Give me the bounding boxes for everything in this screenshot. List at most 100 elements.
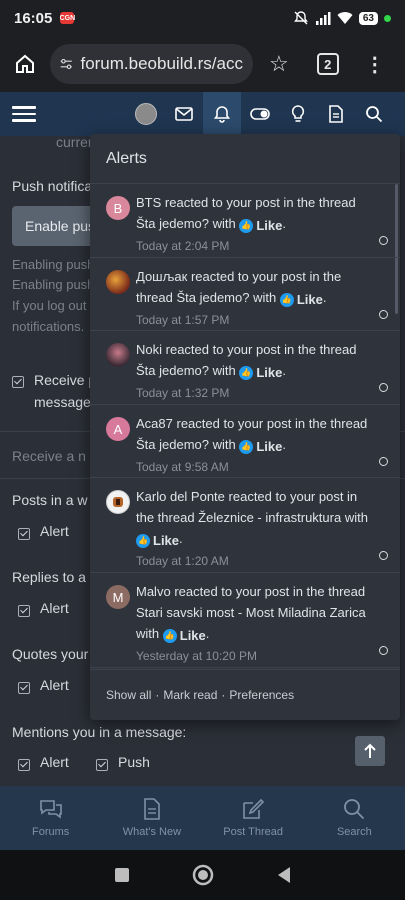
posts-in-label: Posts in a w xyxy=(12,492,88,508)
mark-read-circle-icon[interactable] xyxy=(379,236,388,245)
mentions-push-checkbox[interactable] xyxy=(96,757,108,773)
user-avatar[interactable] xyxy=(106,343,130,367)
search-icon xyxy=(344,799,365,820)
thumbs-up-icon: 👍 xyxy=(136,533,150,548)
alert-user[interactable]: Noki xyxy=(136,342,162,357)
preferences-link[interactable]: Preferences xyxy=(229,688,294,702)
receive-push-checkbox[interactable] xyxy=(12,374,24,390)
alert-item[interactable]: A Aca87 reacted to your post in the thre… xyxy=(90,405,400,478)
mark-read-circle-icon[interactable] xyxy=(379,551,388,560)
notifications-text: notifications. xyxy=(12,319,85,334)
alert-item[interactable]: Noki reacted to your post in the thread … xyxy=(90,331,400,405)
mute-icon xyxy=(293,11,308,25)
tab-post-thread-label: Post Thread xyxy=(223,826,283,838)
style-toggle-icon[interactable] xyxy=(241,92,279,136)
mark-read-circle-icon[interactable] xyxy=(379,310,388,319)
like-reaction: 👍 Like xyxy=(279,289,323,310)
quotes-alert-label: Alert xyxy=(40,677,69,693)
thumbs-up-icon: 👍 xyxy=(162,628,177,643)
conversations-icon[interactable] xyxy=(165,92,203,136)
reaction-label: Like xyxy=(256,365,283,380)
alerts-header: Alerts xyxy=(90,134,400,184)
home-circle-icon[interactable] xyxy=(192,864,214,886)
system-navigation-bar xyxy=(0,850,405,900)
reaction-label: Like xyxy=(296,292,323,307)
push-heading: Push notifica xyxy=(12,178,93,194)
bookmark-star-icon[interactable]: ☆ xyxy=(269,51,289,77)
user-avatar[interactable]: B xyxy=(106,196,130,220)
document-icon[interactable] xyxy=(317,92,355,136)
browser-toolbar: forum.beobuild.rs/acc ☆ 2 ⋮ xyxy=(0,36,405,92)
alerts-dropdown: Alerts B BTS reacted to your post in the… xyxy=(90,134,400,720)
footer-separator: · xyxy=(155,688,160,702)
user-avatar[interactable]: M xyxy=(106,585,130,609)
reaction-label: Like xyxy=(153,533,180,548)
tab-search[interactable]: Search xyxy=(304,786,405,850)
alert-item[interactable]: Karlo del Ponte reacted to your post in … xyxy=(90,478,400,573)
address-bar[interactable]: forum.beobuild.rs/acc xyxy=(50,44,253,84)
alert-user[interactable]: Karlo del Ponte xyxy=(136,489,225,504)
recents-icon[interactable] xyxy=(114,867,130,883)
back-triangle-icon[interactable] xyxy=(276,866,292,884)
checkbox-checked-icon xyxy=(12,376,24,388)
user-avatar[interactable] xyxy=(106,270,130,294)
alert-time: Today at 1:32 PM xyxy=(136,386,230,400)
receive-section-heading: Receive a n xyxy=(12,448,86,464)
quotes-your-label: Quotes your xyxy=(12,646,89,662)
footer-separator: · xyxy=(221,688,226,702)
mark-read-circle-icon[interactable] xyxy=(379,457,388,466)
alert-item[interactable]: M Malvo reacted to your post in the thre… xyxy=(90,573,400,668)
alert-time: Today at 2:04 PM xyxy=(136,239,230,253)
url-text: forum.beobuild.rs/acc xyxy=(80,54,243,73)
user-avatar-icon xyxy=(135,103,157,125)
account-avatar[interactable] xyxy=(127,92,165,136)
show-all-link[interactable]: Show all xyxy=(106,688,151,702)
tab-switcher-button[interactable]: 2 xyxy=(316,53,339,75)
checkbox-checked-icon xyxy=(96,759,108,771)
browser-menu-icon[interactable]: ⋮ xyxy=(365,52,385,77)
alert-user[interactable]: BTS xyxy=(136,195,161,210)
mark-read-circle-icon[interactable] xyxy=(379,646,388,655)
like-reaction: 👍 Like xyxy=(239,436,282,457)
status-right: 63 xyxy=(293,10,391,26)
bottom-navigation: Forums What's New Post Thread Search xyxy=(0,786,405,850)
status-bar: 16:05 CGN 63 xyxy=(0,0,405,36)
replies-alert-checkbox[interactable] xyxy=(18,603,30,619)
search-icon[interactable] xyxy=(355,92,393,136)
reaction-label: Like xyxy=(256,218,283,233)
thumbs-up-icon: 👍 xyxy=(279,292,294,307)
user-avatar[interactable] xyxy=(106,490,130,514)
alert-user[interactable]: Aca87 xyxy=(136,416,173,431)
alert-text: Malvo reacted to your post in the thread… xyxy=(136,581,374,646)
tab-whats-new-label: What's New xyxy=(122,826,182,838)
home-icon[interactable] xyxy=(12,51,38,77)
receive-push-label-1: Receive p xyxy=(34,372,97,388)
posts-alert-checkbox[interactable] xyxy=(18,526,30,542)
enable-push-button[interactable]: Enable pus xyxy=(12,206,102,246)
back-to-top-button[interactable] xyxy=(355,736,385,766)
mentions-alert-checkbox[interactable] xyxy=(18,757,30,773)
user-avatar[interactable]: A xyxy=(106,417,130,441)
tab-post-thread[interactable]: Post Thread xyxy=(203,786,304,850)
mark-read-link[interactable]: Mark read xyxy=(163,688,217,702)
tab-whats-new[interactable]: What's New xyxy=(101,786,202,850)
alerts-bell-icon[interactable] xyxy=(203,92,241,136)
alerts-title: Alerts xyxy=(106,149,147,167)
lightbulb-icon[interactable] xyxy=(279,92,317,136)
battery-icon: 63 xyxy=(358,11,378,25)
forum-navbar xyxy=(0,92,405,136)
like-reaction: 👍 Like xyxy=(239,215,282,236)
mark-read-circle-icon[interactable] xyxy=(379,383,388,392)
alert-user[interactable]: Malvo xyxy=(136,584,171,599)
quotes-alert-checkbox[interactable] xyxy=(18,680,30,696)
hamburger-menu-icon[interactable] xyxy=(12,106,36,122)
wifi-icon xyxy=(337,12,353,24)
alert-item[interactable]: B BTS reacted to your post in the thread… xyxy=(90,184,400,258)
site-settings-icon[interactable] xyxy=(60,56,72,72)
reaction-label: Like xyxy=(179,628,206,643)
tab-forums[interactable]: Forums xyxy=(0,786,101,850)
alert-user[interactable]: Дошљак xyxy=(136,269,187,284)
alert-item[interactable]: Дошљак reacted to your post in the threa… xyxy=(90,258,400,331)
checkbox-checked-icon xyxy=(18,528,30,540)
checkbox-checked-icon xyxy=(18,682,30,694)
